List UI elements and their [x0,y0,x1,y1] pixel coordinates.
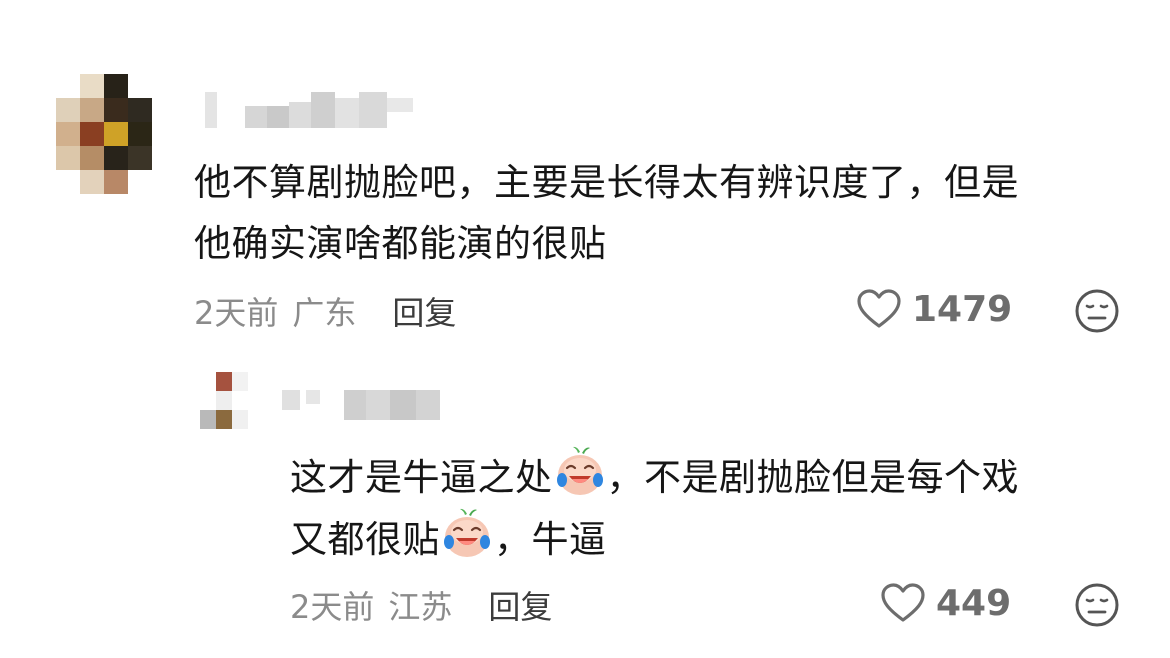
avatar[interactable] [56,74,152,194]
reply-time: 2天前 [290,588,375,626]
reply-text: 这才是牛逼之处 ，不是剧抛脸但是每个戏 又都很贴 ，牛逼 [290,446,1019,570]
like-button[interactable]: 1479 [856,288,1012,330]
meh-face-icon[interactable] [1074,582,1120,628]
reply-text-segment: 又都很贴 [290,518,440,561]
reply-meta: 2天前 江苏 回复 [290,582,552,628]
username-blurred[interactable] [205,92,413,128]
heart-outline-icon [881,583,925,622]
comment-text: 他不算剧抛脸吧，主要是长得太有辨识度了，但是 他确实演啥都能演的很贴 [194,152,1019,274]
comment-meta: 2天前 广东 回复 [194,288,456,334]
reply-username-blurred[interactable] [282,390,440,420]
reply-text-segment: ，牛逼 [494,518,607,561]
reply-region: 江苏 [388,588,453,626]
reply-text-segment: ，不是剧抛脸但是每个戏 [606,456,1019,499]
comment-region: 广东 [292,294,357,332]
crying-laughing-peach-emoji [444,508,490,557]
heart-outline-icon [857,289,901,328]
like-count: 1479 [912,288,1013,330]
comment-text-line: 他确实演啥都能演的很贴 [194,222,607,265]
reply-avatar[interactable] [200,372,264,448]
comment-text-line: 他不算剧抛脸吧，主要是长得太有辨识度了，但是 [194,161,1019,204]
reply-button[interactable]: 回复 [392,288,456,334]
reply-button[interactable]: 回复 [488,582,552,628]
like-button[interactable]: 449 [880,582,1011,624]
comment-time: 2天前 [194,294,279,332]
crying-laughing-peach-emoji [556,446,603,495]
like-count: 449 [936,582,1012,624]
reply-text-segment: 这才是牛逼之处 [290,456,553,499]
meh-face-icon[interactable] [1074,288,1120,334]
